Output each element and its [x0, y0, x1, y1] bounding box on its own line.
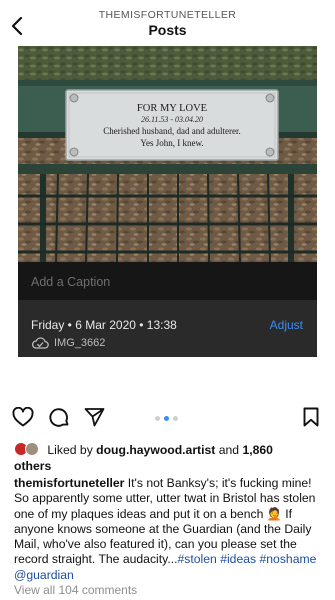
like-button[interactable] [11, 405, 35, 429]
photo-filename: IMG_3662 [54, 337, 106, 349]
comment-icon [49, 407, 68, 427]
send-icon [84, 408, 104, 427]
post-author[interactable]: themisfortuneteller [14, 476, 124, 490]
bookmark-icon [303, 407, 319, 427]
view-comments-link[interactable]: View all 104 comments [14, 583, 137, 597]
carousel-dot-active [164, 416, 169, 421]
page-title: Posts [148, 22, 187, 38]
photo-date: Friday • 6 Mar 2020 • 13:38 [31, 318, 177, 332]
post-caption: themisfortuneteller It's not Banksy's; i… [14, 476, 326, 583]
likes-prefix: Liked by [47, 443, 97, 457]
carousel-dot [155, 416, 160, 421]
top-navigation-bar: THEMISFORTUNETELLER Posts [0, 0, 335, 44]
post-photo[interactable]: FOR MY LOVE 26.11.53 - 03.04.20 Cherishe… [18, 46, 317, 262]
header-username: THEMISFORTUNETELLER [98, 9, 237, 21]
likes-summary[interactable]: Liked by doug.haywood.artist and 1,860 o… [14, 442, 324, 474]
plaque-title: FOR MY LOVE [137, 103, 207, 114]
mention[interactable]: @guardian [14, 568, 74, 582]
caption-input[interactable]: Add a Caption [31, 275, 110, 289]
hashtag[interactable]: #ideas [220, 552, 256, 566]
likes-suffix[interactable]: others [14, 459, 51, 473]
liker-username[interactable]: doug.haywood.artist [96, 443, 215, 457]
save-button[interactable] [299, 405, 323, 429]
likes-count[interactable]: 1,860 [242, 443, 273, 457]
plaque-line-2: Yes John, I knew. [140, 138, 203, 148]
likes-joiner: and [215, 443, 243, 457]
heart-icon [12, 407, 34, 427]
hashtag[interactable]: #noshame [260, 552, 317, 566]
share-button[interactable] [82, 405, 106, 429]
hashtag[interactable]: #stolen [177, 552, 216, 566]
liker-avatars [14, 442, 44, 456]
plaque-line-1: Cherished husband, dad and adulterer. [103, 126, 240, 136]
adjust-button[interactable]: Adjust [270, 318, 303, 332]
carousel-dot [173, 416, 178, 421]
plaque-dates: 26.11.53 - 03.04.20 [141, 115, 203, 124]
photo-info-card: FOR MY LOVE 26.11.53 - 03.04.20 Cherishe… [18, 46, 317, 357]
cloud-check-icon [31, 337, 49, 349]
comment-button[interactable] [47, 405, 71, 429]
carousel-indicator [155, 416, 178, 421]
avatar [25, 442, 39, 456]
